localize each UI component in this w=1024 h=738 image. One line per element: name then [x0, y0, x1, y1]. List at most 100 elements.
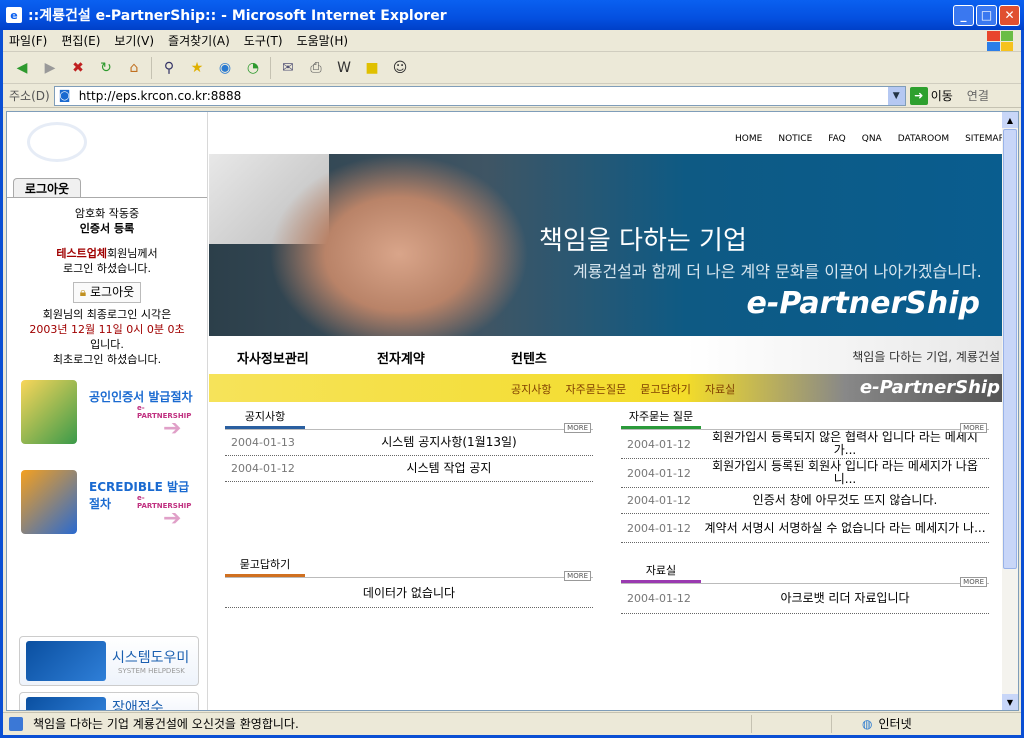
- zone-label: 인터넷: [878, 717, 912, 731]
- address-input[interactable]: ◙ http://eps.krcon.co.kr:8888 ▼: [53, 85, 906, 106]
- stamp-icon: [21, 470, 77, 534]
- minimize-button[interactable]: _: [953, 4, 974, 26]
- table-row[interactable]: 2004-01-12 시스템 작업 공지: [225, 456, 593, 482]
- favorites-icon[interactable]: ★: [186, 57, 208, 79]
- submenu-qna[interactable]: 묻고답하기: [640, 381, 691, 397]
- submenu-notice[interactable]: 공지사항: [511, 381, 551, 397]
- table-row[interactable]: 2004-01-12 회원가입시 등록된 회원사 입니다 라는 메세지가 나옵니…: [621, 459, 989, 488]
- search-icon[interactable]: ⚲: [158, 57, 180, 79]
- maximize-button[interactable]: □: [976, 4, 997, 26]
- notice-title: 공지사항: [225, 408, 305, 429]
- submenu-faq[interactable]: 자주묻는질문: [565, 381, 626, 397]
- row-subject[interactable]: 시스템 작업 공지: [305, 462, 593, 475]
- table-row[interactable]: 2004-01-12 아크로뱃 리더 자료입니다: [621, 584, 989, 614]
- support-icon: [26, 697, 106, 710]
- menu-file[interactable]: 파일(F): [9, 32, 47, 49]
- nav-notice[interactable]: NOTICE: [778, 134, 812, 144]
- menu-view[interactable]: 보기(V): [114, 32, 154, 49]
- nav-sitemap[interactable]: SITEMAP: [965, 134, 1004, 144]
- messenger-icon[interactable]: ☺: [389, 57, 411, 79]
- computer-icon: [21, 380, 77, 444]
- cert-issue-banner[interactable]: 공인인증서 발급절차 e-PARTNERSHIP ➔: [17, 374, 197, 454]
- hero-banner: 책임을 다하는 기업 계룡건설과 함께 더 나은 계약 문화를 이끌어 나아가겠…: [209, 154, 1004, 336]
- row-subject[interactable]: 회원가입시 등록되지 않은 협력사 입니다 라는 메세지가...: [701, 431, 989, 457]
- qna-more-button[interactable]: MORE: [564, 571, 591, 581]
- row-subject[interactable]: 계약서 서명시 서명하실 수 없습니다 라는 메세지가 나...: [701, 521, 989, 535]
- browser-window: e ::계룡건설 e-PartnerShip:: - Microsoft Int…: [0, 0, 1024, 738]
- table-row[interactable]: 2004-01-13 시스템 공지사항(1월13일): [225, 430, 593, 456]
- top-nav: HOME NOTICE FAQ QNA DATAROOM SITEMAP: [735, 134, 1004, 144]
- scroll-up-icon[interactable]: ▲: [1002, 112, 1018, 128]
- forward-icon[interactable]: ▶: [39, 57, 61, 79]
- vertical-scrollbar[interactable]: ▲ ▼: [1002, 112, 1018, 710]
- scroll-thumb[interactable]: [1003, 129, 1017, 569]
- nav-faq[interactable]: FAQ: [828, 134, 845, 144]
- table-row[interactable]: 2004-01-12 인증서 창에 아무것도 뜨지 않습니다.: [621, 488, 989, 514]
- toolbar-separator: [151, 56, 152, 79]
- address-url[interactable]: http://eps.krcon.co.kr:8888: [79, 89, 888, 103]
- faq-board: 자주묻는 질문 MORE 2004-01-12 회원가입시 등록되지 않은 협력…: [621, 408, 989, 543]
- ecredible-banner[interactable]: ECREDIBLE 발급절차 e-PARTNERSHIP ➔: [17, 464, 197, 544]
- hero-logo: e-PartnerShip: [746, 286, 980, 321]
- faq-more-button[interactable]: MORE: [960, 423, 987, 433]
- faq-title: 자주묻는 질문: [621, 408, 701, 429]
- system-help-banner[interactable]: 시스템도우미 SYSTEM HELPDESK: [19, 636, 199, 686]
- menu-bar: 파일(F) 편집(E) 보기(V) 즐겨찾기(A) 도구(T) 도움말(H): [3, 30, 1021, 52]
- nav-qna[interactable]: QNA: [862, 134, 882, 144]
- row-subject[interactable]: 시스템 공지사항(1월13일): [305, 436, 593, 449]
- table-row[interactable]: 2004-01-12 회원가입시 등록되지 않은 협력사 입니다 라는 메세지가…: [621, 430, 989, 459]
- logout-tab[interactable]: 로그아웃: [13, 178, 81, 198]
- page-viewport: 로그아웃 암호화 작동중 인증서 등록 테스트업체회원님께서 로그인 하셨습니다…: [6, 111, 1019, 711]
- print-icon[interactable]: ⎙: [305, 57, 327, 79]
- row-date: 2004-01-12: [231, 462, 295, 475]
- arrow-right-icon: ➔: [163, 506, 182, 531]
- row-subject[interactable]: 아크로뱃 리더 자료입니다: [701, 592, 989, 605]
- scroll-down-icon[interactable]: ▼: [1002, 694, 1018, 710]
- edit-icon[interactable]: W: [333, 57, 355, 79]
- first-login-text: 최초로그인 하셨습니다.: [52, 353, 162, 366]
- links-label[interactable]: 연결: [967, 87, 989, 104]
- stop-icon[interactable]: ✖: [67, 57, 89, 79]
- company-name: 테스트업체: [56, 247, 107, 260]
- history-icon[interactable]: ◔: [242, 57, 264, 79]
- row-subject[interactable]: 회원가입시 등록된 회원사 입니다 라는 메세지가 나옵니...: [701, 460, 989, 486]
- qna-title: 묻고답하기: [225, 556, 305, 577]
- qna-empty: 데이터가 없습니다: [225, 578, 593, 608]
- row-subject[interactable]: 인증서 창에 아무것도 뜨지 않습니다.: [701, 494, 989, 507]
- cert-banner-title: 공인인증서 발급절차: [89, 390, 193, 404]
- support-banner[interactable]: 장애접수: [19, 692, 199, 710]
- home-icon[interactable]: ⌂: [123, 57, 145, 79]
- media-icon[interactable]: ◉: [214, 57, 236, 79]
- mail-icon[interactable]: ✉: [277, 57, 299, 79]
- nav-home[interactable]: HOME: [735, 134, 762, 144]
- help-banner-title: 시스템도우미: [112, 650, 190, 666]
- chevron-down-icon[interactable]: ▼: [887, 86, 905, 105]
- decor-swirl: [27, 122, 87, 162]
- menu-e-contract[interactable]: 전자계약: [377, 348, 425, 367]
- nav-dataroom[interactable]: DATAROOM: [898, 134, 949, 144]
- menu-contents[interactable]: 컨텐츠: [511, 348, 547, 367]
- logout-button-label: 로그아웃: [90, 285, 135, 299]
- page-icon: ◙: [58, 87, 71, 102]
- refresh-icon[interactable]: ↻: [95, 57, 117, 79]
- cert-status: 인증서 등록: [79, 222, 135, 235]
- handshake-image: [269, 154, 529, 336]
- submenu-dataroom[interactable]: 자료실: [705, 381, 735, 397]
- discuss-icon[interactable]: ■: [361, 57, 383, 79]
- notice-more-button[interactable]: MORE: [564, 423, 591, 433]
- menu-company-info[interactable]: 자사정보관리: [237, 348, 309, 367]
- last-login-time: 2003년 12월 11일 0시 0분 0초: [29, 323, 185, 336]
- table-row[interactable]: 2004-01-12 계약서 서명시 서명하실 수 없습니다 라는 메세지가 나…: [621, 514, 989, 543]
- last-login-label: 회원님의 최종로그인 시각은: [42, 308, 172, 321]
- go-arrow-icon: ➜: [909, 86, 928, 105]
- logout-button[interactable]: 🔒︎ 로그아웃: [72, 282, 142, 303]
- close-button[interactable]: ✕: [999, 4, 1020, 26]
- menu-help[interactable]: 도움말(H): [297, 32, 349, 49]
- menu-favorites[interactable]: 즐겨찾기(A): [168, 32, 230, 49]
- go-button[interactable]: ➜ 이동: [909, 86, 953, 105]
- main-menu: 자사정보관리 전자계약 컨텐츠 책임을 다하는 기업, 계룡건설: [209, 336, 1004, 374]
- dataroom-more-button[interactable]: MORE: [960, 577, 987, 587]
- menu-tools[interactable]: 도구(T): [244, 32, 283, 49]
- menu-edit[interactable]: 편집(E): [61, 32, 100, 49]
- back-icon[interactable]: ◀: [11, 57, 33, 79]
